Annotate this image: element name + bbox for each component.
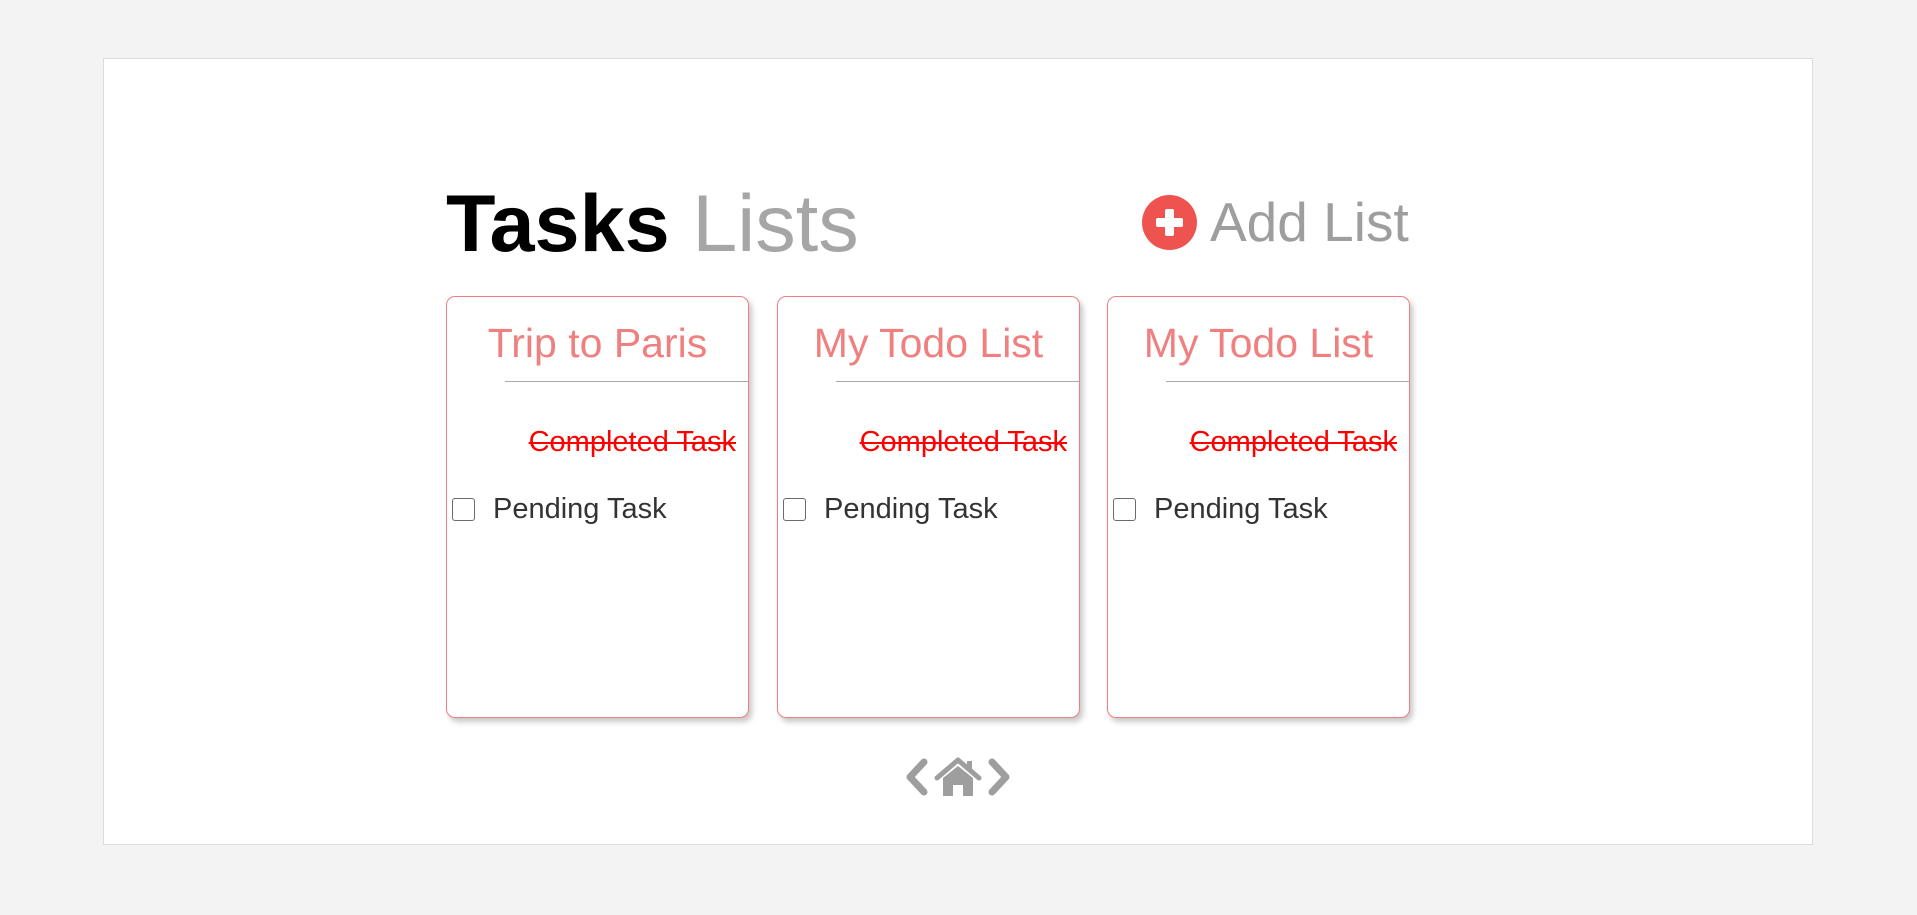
pending-task-row: Pending Task (783, 492, 998, 526)
pending-task-row: Pending Task (1113, 492, 1328, 526)
list-card-title[interactable]: My Todo List (1108, 319, 1409, 367)
pending-task: Pending Task (824, 493, 998, 525)
chevron-right-icon[interactable] (984, 756, 1014, 798)
list-card-divider (1166, 381, 1409, 382)
list-card: My Todo List Completed Task Pending Task (1107, 296, 1410, 718)
pending-task-row: Pending Task (452, 492, 667, 526)
add-list-label: Add List (1210, 191, 1409, 253)
list-card-divider (505, 381, 748, 382)
page-title-bold: Tasks (446, 179, 670, 269)
list-card-title[interactable]: Trip to Paris (447, 319, 748, 367)
add-list-button[interactable]: Add List (1142, 192, 1409, 252)
completed-task[interactable]: Completed Task (1190, 425, 1397, 459)
page-title-light: Lists (692, 179, 859, 269)
chevron-left-icon[interactable] (902, 756, 932, 798)
home-icon[interactable] (934, 756, 982, 798)
list-card: Trip to Paris Completed Task Pending Tas… (446, 296, 749, 718)
completed-task[interactable]: Completed Task (860, 425, 1067, 459)
task-checkbox[interactable] (783, 497, 806, 521)
page-title: Tasks Lists (446, 176, 859, 272)
pager (902, 756, 1014, 798)
list-card: My Todo List Completed Task Pending Task (777, 296, 1080, 718)
list-card-title[interactable]: My Todo List (778, 319, 1079, 367)
list-card-divider (836, 381, 1079, 382)
task-checkbox[interactable] (1113, 497, 1136, 521)
pending-task: Pending Task (1154, 493, 1328, 525)
plus-circle-icon (1142, 194, 1197, 250)
pending-task: Pending Task (493, 493, 667, 525)
completed-task[interactable]: Completed Task (529, 425, 736, 459)
task-checkbox[interactable] (452, 497, 475, 521)
